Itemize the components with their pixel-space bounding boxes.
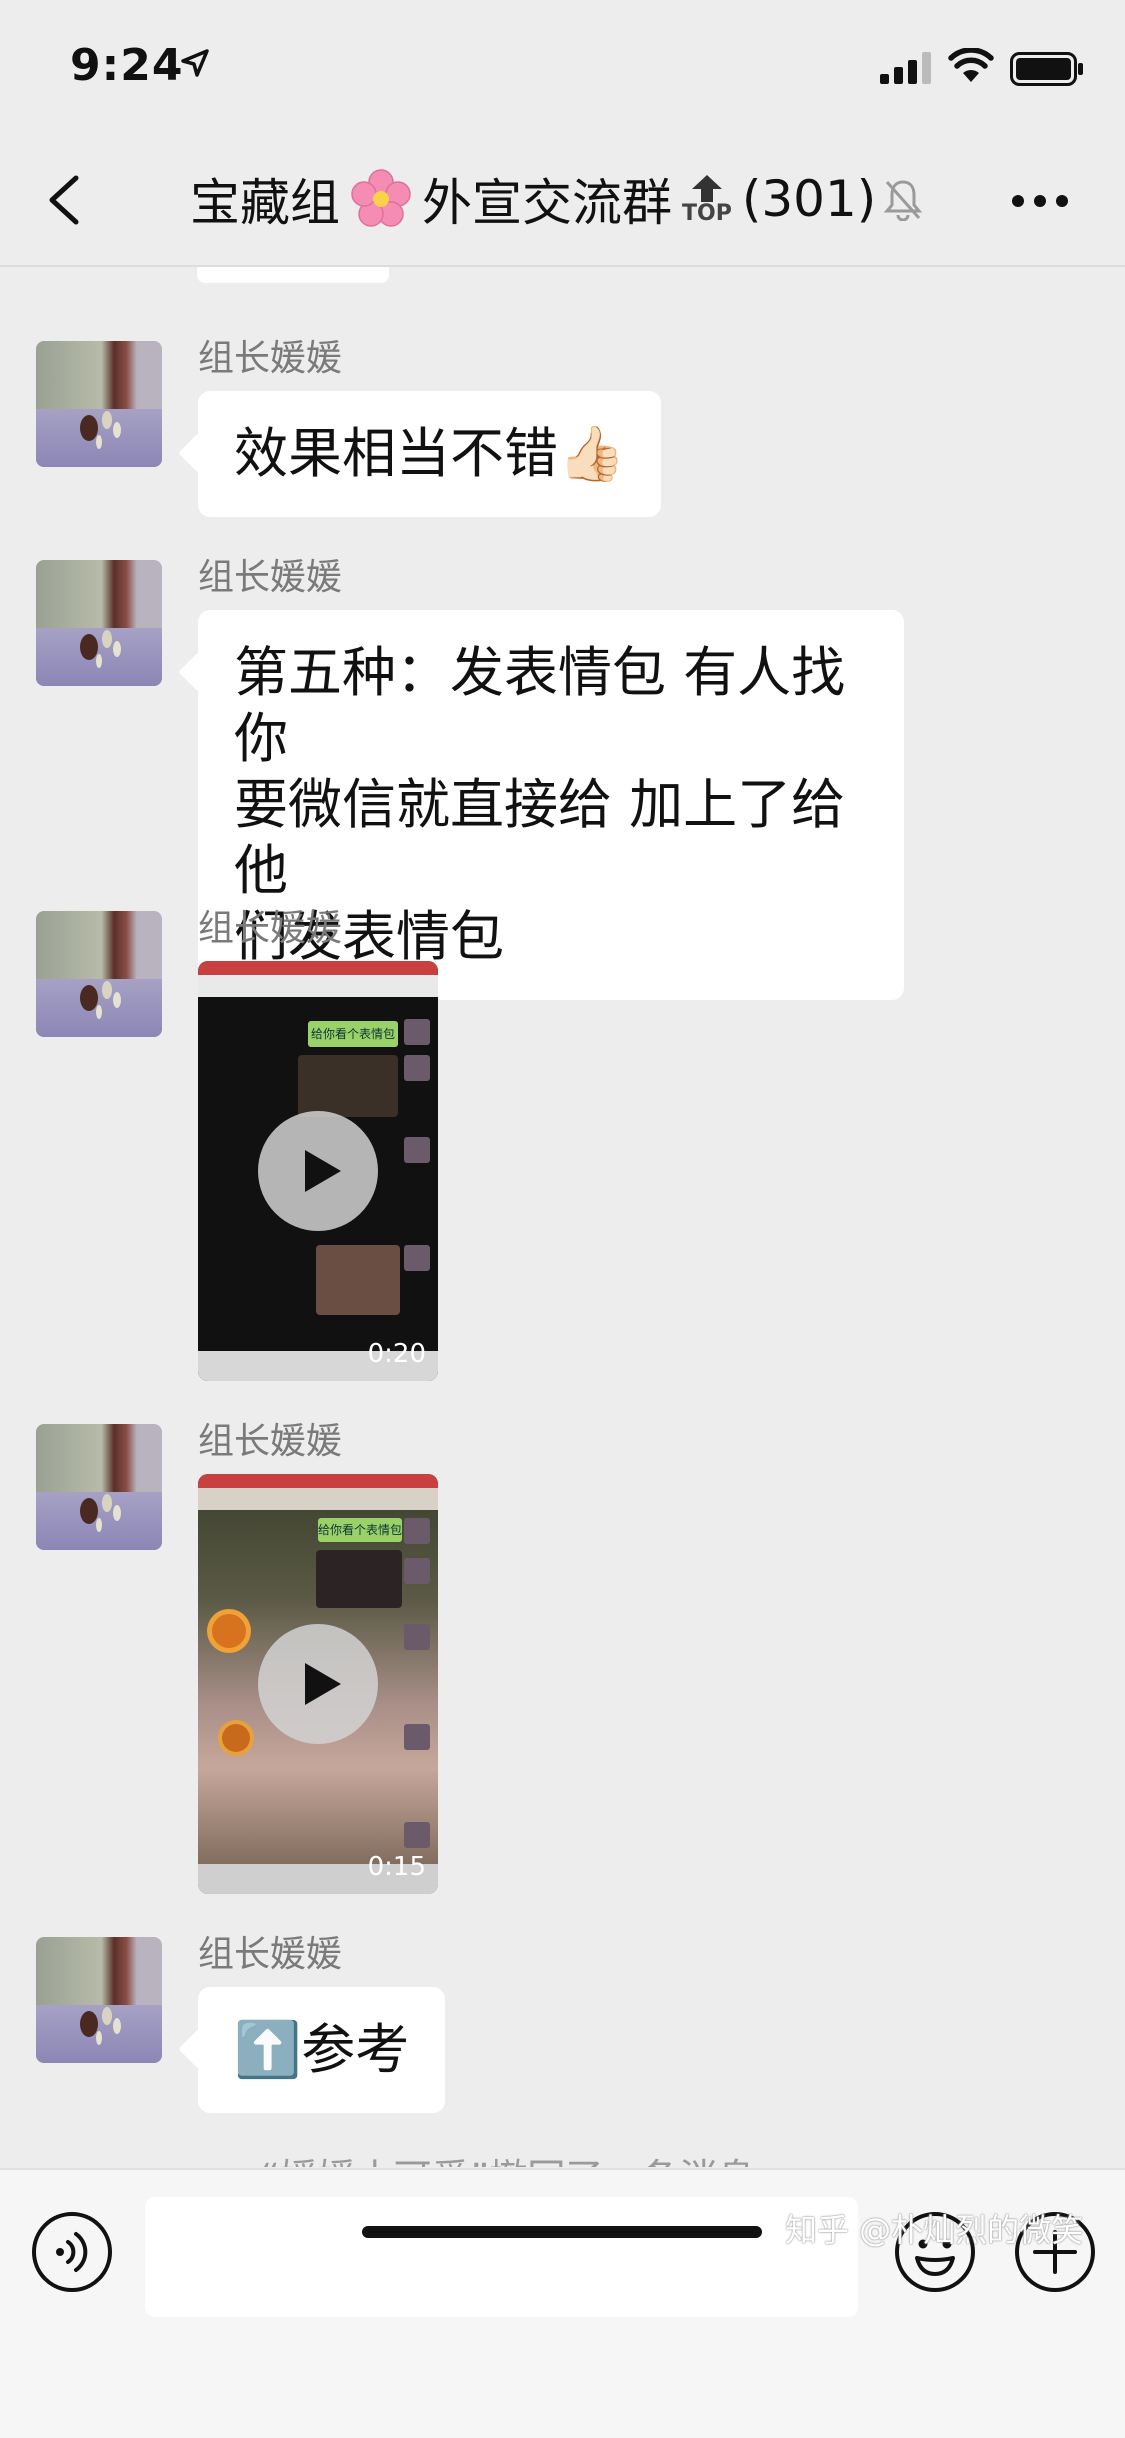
sunflower-decoration	[222, 1724, 250, 1752]
play-button[interactable]	[258, 1111, 378, 1231]
chat-message-list[interactable]: 组长媛媛 效果相当不错👍🏻 组长媛媛 第五种：发表情包 有人找你 要微信就直接给…	[0, 267, 1125, 2167]
video-thumb-image	[316, 1245, 400, 1315]
video-thumb-statusbar	[198, 961, 438, 975]
top-label: TOP	[682, 200, 732, 226]
sunflower-decoration	[212, 1614, 246, 1648]
more-options-icon[interactable]	[1010, 193, 1070, 209]
video-duration: 0:20	[367, 1339, 426, 1369]
sender-name: 组长媛媛	[198, 908, 343, 949]
message-bubble[interactable]: 效果相当不错👍🏻	[198, 391, 662, 517]
avatar[interactable]	[36, 1937, 162, 2063]
cherry-blossom-icon	[351, 169, 411, 227]
video-thumb-avatar	[404, 1055, 430, 1081]
wifi-icon	[948, 48, 994, 82]
top-pin-badge: TOP	[682, 173, 732, 226]
chat-title: 宝藏组 外宣交流群 TOP (301)	[190, 163, 924, 235]
chat-title-name: 宝藏组	[190, 174, 340, 232]
video-duration: 0:15	[367, 1852, 426, 1882]
sender-name: 组长媛媛	[198, 1934, 343, 1975]
recall-notice: “媛媛小可爱”撤回了一条消息	[260, 2147, 755, 2167]
play-icon	[305, 1150, 341, 1192]
sender-name: 组长媛媛	[198, 557, 343, 598]
message-text-line: 要微信就直接给 加上了给他	[234, 773, 846, 902]
video-thumb-avatar	[404, 1558, 430, 1584]
avatar[interactable]	[36, 341, 162, 467]
cellular-signal-icon	[880, 52, 931, 84]
video-thumb-avatar	[404, 1724, 430, 1750]
video-thumb-avatar	[404, 1245, 430, 1271]
chat-title-group: 外宣交流群	[422, 174, 672, 232]
message-bubble[interactable]: ⬆️参考	[198, 1987, 446, 2113]
video-thumb-chat-bubble: 给你看个表情包	[318, 1518, 402, 1542]
home-indicator[interactable]	[362, 2226, 762, 2238]
message-input[interactable]	[145, 2197, 858, 2317]
avatar[interactable]	[36, 911, 162, 1037]
video-thumb-avatar	[404, 1518, 430, 1544]
video-thumb-header	[198, 1488, 438, 1510]
top-arrow-icon	[691, 174, 722, 202]
watermark: 知乎 @朴灿烈的微笑	[785, 2211, 1084, 2249]
video-thumb-statusbar	[198, 1474, 438, 1488]
video-thumb-avatar	[404, 1019, 430, 1045]
sender-name: 组长媛媛	[198, 338, 343, 379]
play-icon	[305, 1663, 341, 1705]
message-text: ⬆️参考	[234, 2018, 410, 2081]
member-count: (301)	[741, 170, 877, 228]
video-thumb-avatar	[404, 1624, 430, 1650]
video-message[interactable]: 给你看个表情包 0:15	[198, 1474, 438, 1894]
back-arrow-icon[interactable]	[40, 170, 90, 230]
avatar[interactable]	[36, 560, 162, 686]
location-arrow-icon	[181, 49, 209, 77]
video-thumb-image	[298, 1055, 398, 1117]
video-thumb-header	[198, 975, 438, 997]
status-time: 9:24	[70, 40, 184, 91]
video-thumb-image	[316, 1550, 402, 1608]
video-thumb-avatar	[404, 1822, 430, 1848]
chat-header: 宝藏组 外宣交流群 TOP (301)	[0, 135, 1125, 267]
previous-message-fragment	[197, 267, 389, 283]
status-bar: 9:24	[0, 0, 1125, 135]
video-thumb-chat-bubble: 给你看个表情包	[308, 1021, 398, 1047]
mute-bell-icon	[884, 180, 923, 221]
sender-name: 组长媛媛	[198, 1421, 343, 1462]
video-message[interactable]: 给你看个表情包 0:20	[198, 961, 438, 1381]
play-button[interactable]	[258, 1624, 378, 1744]
avatar[interactable]	[36, 1424, 162, 1550]
message-text: 效果相当不错👍🏻	[234, 422, 626, 485]
voice-input-icon[interactable]	[30, 2210, 114, 2294]
battery-icon	[1010, 52, 1083, 86]
video-thumb-avatar	[404, 1137, 430, 1163]
message-text-line: 第五种：发表情包 有人找你	[234, 641, 846, 770]
